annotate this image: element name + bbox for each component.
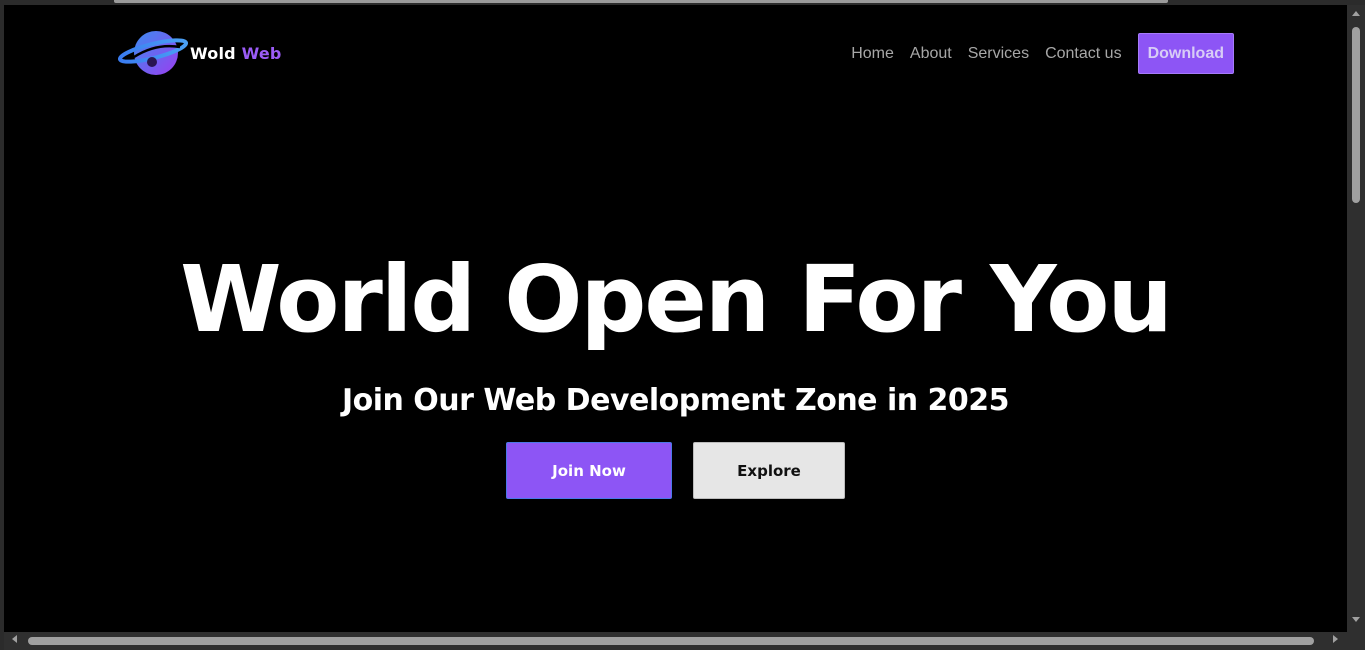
scroll-up-icon[interactable] [1352, 11, 1360, 16]
horizontal-scroll-thumb[interactable] [28, 637, 1314, 645]
main-nav: Home About Services Contact us Download [851, 33, 1234, 74]
nav-contact[interactable]: Contact us [1045, 45, 1121, 63]
brand-name-primary: Wold [190, 43, 236, 63]
browser-window: Wold Web Home About Services Contact us … [0, 0, 1365, 650]
brand-name: Wold Web [190, 44, 282, 63]
scroll-right-icon[interactable] [1333, 635, 1338, 643]
nav-about[interactable]: About [910, 45, 952, 63]
hero-title: World Open For You [180, 246, 1173, 353]
scroll-left-icon[interactable] [12, 635, 17, 643]
hero-subtitle: Join Our Web Development Zone in 2025 [341, 383, 1010, 418]
vertical-scroll-thumb[interactable] [1352, 27, 1360, 203]
explore-button[interactable]: Explore [693, 442, 845, 499]
window-top-strip [114, 0, 1168, 3]
join-now-button[interactable]: Join Now [506, 442, 672, 499]
brand-name-accent: Web [241, 43, 282, 63]
vertical-scrollbar[interactable] [1347, 5, 1365, 632]
site-logo[interactable]: Wold Web [118, 27, 282, 79]
download-button[interactable]: Download [1137, 33, 1234, 74]
scrollbar-corner [1347, 632, 1365, 650]
horizontal-scrollbar[interactable] [4, 632, 1347, 650]
nav-home[interactable]: Home [851, 45, 894, 63]
scroll-down-icon[interactable] [1352, 617, 1360, 622]
nav-services[interactable]: Services [968, 45, 1029, 63]
planet-icon [118, 27, 188, 79]
page-viewport: Wold Web Home About Services Contact us … [4, 5, 1347, 632]
